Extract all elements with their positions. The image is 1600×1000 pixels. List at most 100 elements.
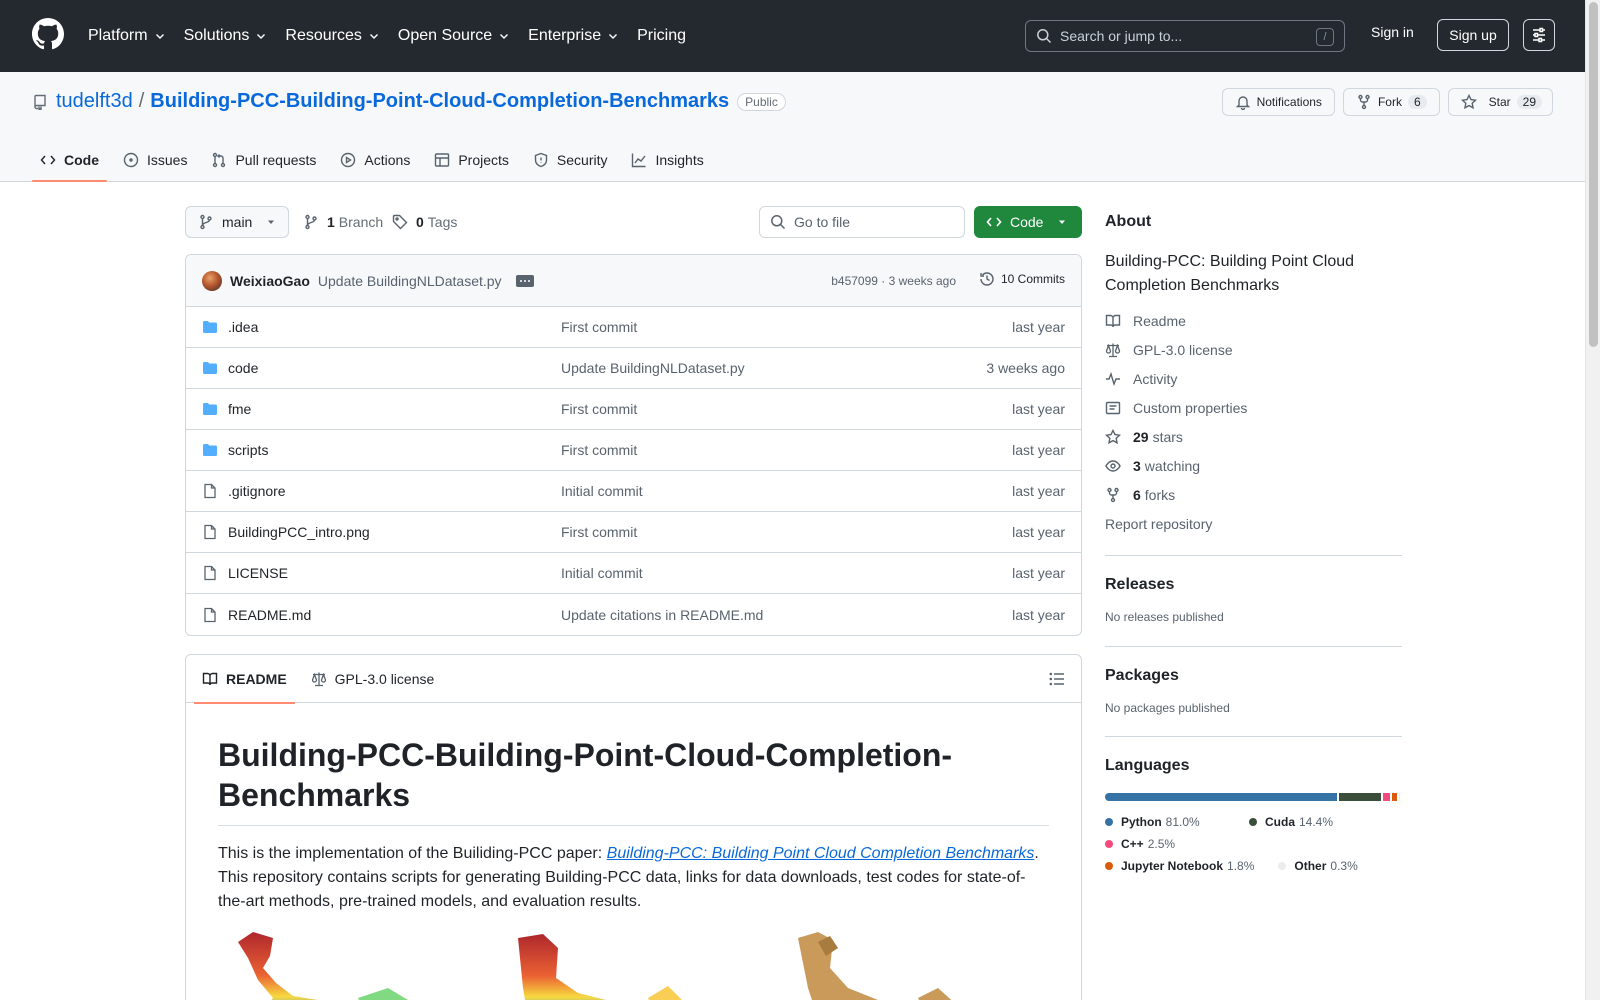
activity-link[interactable]: Activity — [1105, 364, 1402, 393]
tab-pull-requests[interactable]: Pull requests — [203, 138, 324, 182]
nav-item-platform[interactable]: Platform — [88, 20, 166, 52]
tags-link[interactable]: 0 Tags — [392, 206, 457, 238]
file-name-link[interactable]: code — [228, 360, 258, 376]
file-name-link[interactable]: fme — [228, 401, 251, 417]
file-name-link[interactable]: scripts — [228, 442, 268, 458]
language-item[interactable]: Jupyter Notebook 1.8% — [1105, 855, 1254, 877]
language-item[interactable]: Python 81.0% — [1105, 811, 1225, 833]
file-commit-message[interactable]: First commit — [561, 524, 637, 540]
tag-label: Tags — [427, 214, 458, 230]
repo-tabs: Code Issues Pull requests Actions Projects Se… — [32, 138, 720, 182]
tab-label: Actions — [364, 152, 411, 168]
chevron-down-icon — [500, 34, 509, 39]
file-commit-time: last year — [1012, 483, 1065, 499]
avatar[interactable] — [202, 270, 222, 291]
scrollbar-thumb[interactable] — [1589, 2, 1598, 347]
nav-item-enterprise[interactable]: Enterprise — [528, 20, 619, 52]
packages-heading[interactable]: Packages — [1105, 667, 1402, 685]
repo-name-link[interactable]: Building-PCC-Building-Point-Cloud-Comple… — [150, 90, 729, 113]
law-icon — [311, 672, 326, 686]
commit-sha-time[interactable]: b457099 · 3 weeks ago — [831, 274, 956, 288]
notifications-button[interactable]: Notifications — [1221, 88, 1335, 116]
nav-item-label: Enterprise — [528, 27, 602, 44]
tab-issues[interactable]: Issues — [115, 138, 195, 182]
tab-actions[interactable]: Actions — [332, 138, 418, 182]
commit-message[interactable]: Update BuildingNLDataset.py — [318, 273, 502, 289]
language-percent: 0.3% — [1330, 859, 1358, 873]
tab-readme[interactable]: README — [194, 655, 295, 704]
file-commit-message[interactable]: Update citations in README.md — [561, 607, 763, 623]
branches-link[interactable]: 1 Branch — [303, 206, 383, 238]
language-percent: 1.8% — [1227, 859, 1255, 873]
folder-icon — [203, 444, 217, 456]
nav-item-solutions[interactable]: Solutions — [184, 20, 268, 52]
repo-owner-link[interactable]: tudelft3d — [56, 90, 133, 113]
tab-insights[interactable]: Insights — [623, 138, 711, 182]
file-commit-message[interactable]: Update BuildingNLDataset.py — [561, 360, 745, 376]
book-icon — [1105, 314, 1121, 327]
license-link[interactable]: GPL-3.0 license — [1105, 335, 1402, 364]
file-name-link[interactable]: .idea — [228, 319, 258, 335]
commits-link[interactable]: 10 Commits — [979, 271, 1065, 287]
global-search-input[interactable]: Search or jump to... / — [1025, 20, 1345, 52]
code-dropdown-button[interactable]: Code — [974, 206, 1082, 238]
file-commit-message[interactable]: First commit — [561, 442, 637, 458]
file-name-link[interactable]: .gitignore — [228, 483, 286, 499]
file-icon — [204, 483, 216, 499]
star-label: Star — [1488, 95, 1511, 109]
tab-license[interactable]: GPL-3.0 license — [303, 655, 443, 703]
go-to-file-input[interactable]: Go to file — [759, 206, 965, 238]
nav-item-open-source[interactable]: Open Source — [398, 20, 510, 52]
file-name-link[interactable]: README.md — [228, 607, 311, 623]
commit-author[interactable]: WeixiaoGao — [230, 273, 310, 289]
branch-label: Branch — [338, 214, 384, 230]
ellipsis-icon[interactable] — [515, 274, 534, 287]
readme-intro-text: This is the implementation of the Builid… — [218, 845, 607, 862]
tab-projects[interactable]: Projects — [426, 138, 517, 182]
sign-up-button[interactable]: Sign up — [1437, 19, 1509, 51]
language-percent: 81.0% — [1165, 815, 1200, 829]
custom-properties-link[interactable]: Custom properties — [1105, 393, 1402, 422]
nav-item-resources[interactable]: Resources — [285, 20, 379, 52]
branch-select[interactable]: main — [185, 206, 289, 238]
nav-item-pricing[interactable]: Pricing — [637, 20, 686, 52]
caret-down-icon — [1059, 220, 1066, 224]
language-item[interactable]: C++ 2.5% — [1105, 833, 1225, 855]
star-count: 29 — [1516, 95, 1542, 109]
search-icon — [1037, 29, 1052, 44]
readme-title: Building-PCC-Building-Point-Cloud-Comple… — [218, 735, 1049, 826]
table-row: scripts First commit last year — [186, 430, 1081, 471]
forks-link[interactable]: 6 forks — [1105, 480, 1402, 509]
page-scrollbar[interactable] — [1585, 0, 1600, 1000]
tab-code[interactable]: Code — [32, 138, 107, 182]
paper-link[interactable]: Building-PCC: Building Point Cloud Compl… — [607, 845, 1035, 862]
sign-in-link[interactable]: Sign in — [1371, 24, 1414, 40]
stars-link[interactable]: 29 stars — [1105, 422, 1402, 451]
file-commit-time: last year — [1012, 524, 1065, 540]
file-commit-message[interactable]: First commit — [561, 401, 637, 417]
watching-count: 3 — [1133, 457, 1141, 474]
star-button[interactable]: Star 29 — [1447, 88, 1553, 116]
watching-link[interactable]: 3 watching — [1105, 451, 1402, 480]
language-name: C++ — [1121, 837, 1144, 851]
file-commit-time: last year — [1012, 319, 1065, 335]
watching-label: watching — [1144, 457, 1201, 474]
menu-button[interactable] — [1523, 19, 1555, 51]
releases-heading[interactable]: Releases — [1105, 576, 1402, 594]
table-of-contents-icon[interactable] — [1049, 671, 1065, 687]
file-name-link[interactable]: BuildingPCC_intro.png — [228, 524, 370, 540]
folder-icon — [203, 321, 217, 333]
file-commit-message[interactable]: Initial commit — [561, 483, 643, 499]
table-row: .gitignore Initial commit last year — [186, 471, 1081, 512]
language-item[interactable]: Other 0.3% — [1278, 855, 1358, 877]
file-commit-message[interactable]: Initial commit — [561, 565, 643, 581]
fork-button[interactable]: Fork 6 — [1342, 88, 1440, 116]
github-logo-icon[interactable] — [32, 18, 64, 50]
readme-link[interactable]: Readme — [1105, 306, 1402, 335]
file-name-link[interactable]: LICENSE — [228, 565, 288, 581]
file-commit-message[interactable]: First commit — [561, 319, 637, 335]
language-item[interactable]: Cuda 14.4% — [1249, 811, 1333, 833]
tab-security[interactable]: Security — [525, 138, 616, 182]
folder-icon — [203, 362, 217, 374]
report-repository-link[interactable]: Report repository — [1105, 509, 1402, 538]
